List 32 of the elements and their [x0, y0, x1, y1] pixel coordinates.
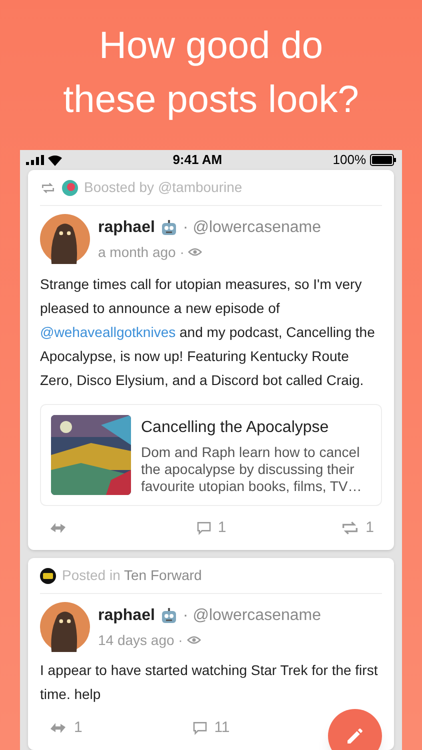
status-time: 9:41 AM: [172, 151, 222, 170]
wifi-icon: [48, 154, 62, 166]
post-time: 14 days ago ·: [98, 630, 183, 650]
post-time: a month ago ·: [98, 242, 184, 262]
post-context: Boosted by @tambourine: [84, 178, 242, 197]
pencil-icon: [345, 726, 365, 746]
boost-button[interactable]: 1: [340, 516, 374, 540]
post-text: Strange times call for utopian measures, so I'm very pleased to announce a new episode of @wehaveallgotknives and my podcast, Cancelling the Apocalypse, is now up! Featuring Kentucky Route Zero, Disco Elysium, and a Discord bot called Craig.: [40, 275, 376, 390]
mention-link[interactable]: @wehaveallgotknives: [40, 324, 176, 340]
avatar: [62, 180, 78, 196]
author-handle[interactable]: · @lowercasename: [182, 604, 321, 628]
avatar: [40, 214, 90, 264]
link-title: Cancelling the Apocalypse: [141, 418, 330, 438]
post-text: I appear to have started watching Star Trek for the first time. help: [40, 661, 379, 704]
headline: these posts look?: [63, 78, 359, 123]
comment-button[interactable]: 1: [196, 516, 226, 540]
community-icon: [40, 568, 56, 584]
author-handle[interactable]: · @lowercasename: [182, 216, 321, 240]
headline: How good do: [99, 24, 323, 69]
comment-button[interactable]: 11: [192, 716, 230, 740]
avatar: [40, 602, 90, 652]
battery-icon: [370, 154, 396, 166]
link-description: Dom and Raph learn how to cancel the apocalypse by discussing their favourite utopian books, films, TV…: [141, 444, 363, 494]
author-name[interactable]: raphael: [98, 604, 155, 628]
comment-icon: [196, 520, 212, 536]
author-name[interactable]: raphael: [98, 216, 155, 240]
signal-icon: [26, 155, 44, 165]
link-preview[interactable]: Cancelling the Apocalypse Dom and Raph learn how to cancel the apocalypse by discussing their favourite utopian books, films, TV…: [40, 404, 382, 506]
comment-icon: [192, 720, 208, 736]
share-button[interactable]: 1: [48, 716, 82, 740]
battery-percent: 100%: [332, 151, 366, 170]
post-context: Posted in Ten Forward: [62, 566, 202, 585]
